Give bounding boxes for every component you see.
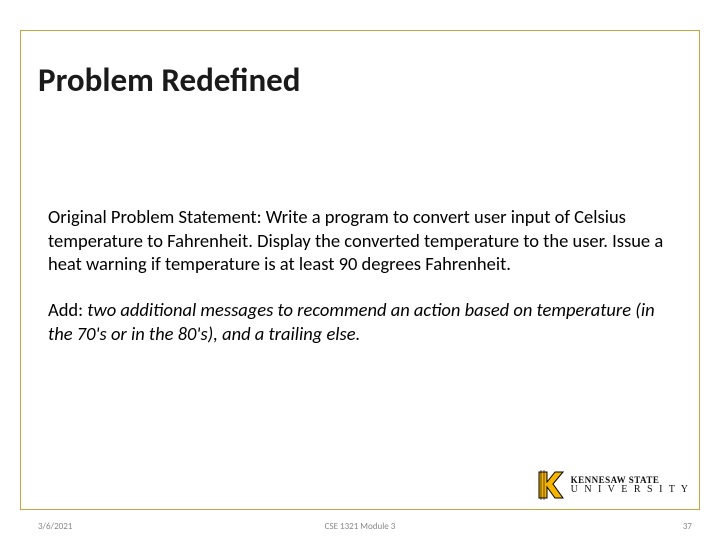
- university-logo: KENNESAW STATE U N I V E R S I T Y: [535, 468, 690, 502]
- footer-date: 3/6/2021: [38, 521, 72, 532]
- footer-center: CSE 1321 Module 3: [325, 521, 396, 532]
- paragraph-original: Original Problem Statement: Write a prog…: [48, 205, 672, 276]
- add-text: two additional messages to recommend an …: [48, 298, 655, 345]
- slide: Problem Redefined Original Problem State…: [0, 0, 720, 540]
- logo-text: KENNESAW STATE U N I V E R S I T Y: [571, 476, 690, 495]
- slide-footer: 3/6/2021 CSE 1321 Module 3 37: [0, 516, 720, 534]
- slide-body: Original Problem Statement: Write a prog…: [48, 205, 672, 345]
- slide-title: Problem Redefined: [38, 60, 300, 100]
- logo-line2: U N I V E R S I T Y: [571, 485, 690, 495]
- ksu-logo-icon: [535, 468, 565, 502]
- paragraph-add: Add: two additional messages to recommen…: [48, 298, 672, 345]
- add-label: Add:: [48, 298, 87, 321]
- footer-page-number: 37: [683, 521, 692, 532]
